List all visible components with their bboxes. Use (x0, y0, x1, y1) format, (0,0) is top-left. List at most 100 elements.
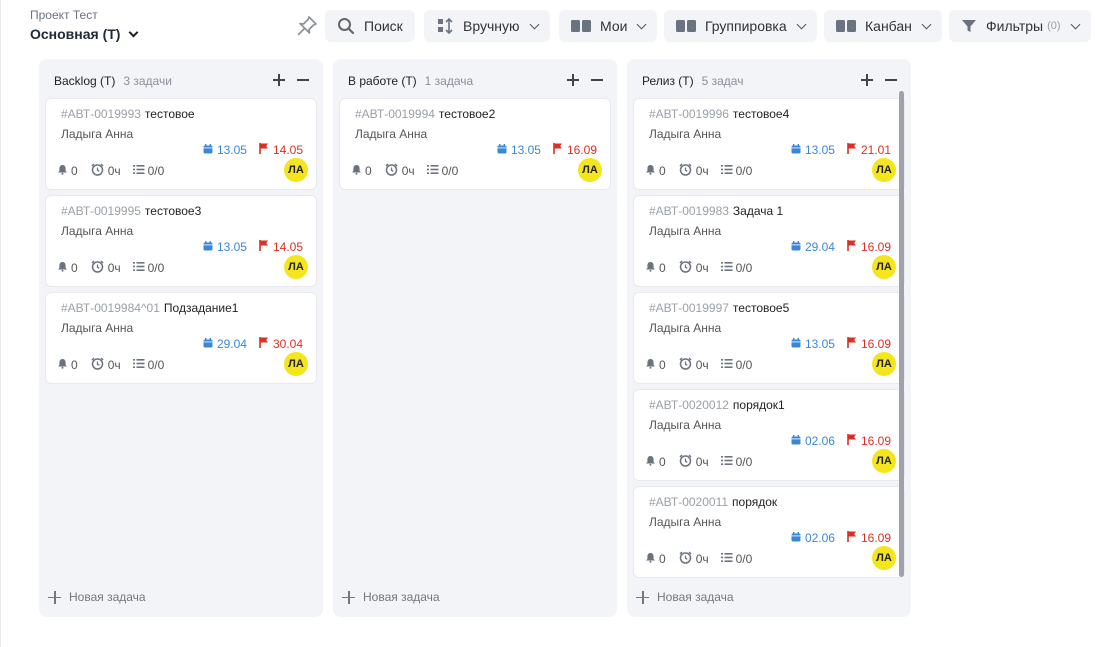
start-date: 13.05 (203, 143, 247, 157)
task-heading: #АВТ-0019994 тестовое2 (355, 107, 495, 121)
task-card[interactable]: #АВТ-0019993 тестовое Ладыга Анна 13.05 14.0… (45, 98, 317, 190)
flag-icon (259, 337, 269, 351)
column: Backlog (Т) 3 задачи #АВТ-0019993 тестовое Л… (39, 59, 323, 617)
task-code[interactable]: #АВТ-0020012 (649, 398, 729, 412)
alarm-clock-icon (678, 260, 693, 276)
mine-dropdown[interactable]: Мои (559, 10, 658, 42)
avatar[interactable]: ЛА (578, 158, 602, 182)
task-heading: #АВТ-0019996 тестовое4 (649, 107, 789, 121)
search-button[interactable]: Поиск (325, 10, 415, 42)
filters-dropdown[interactable]: Фильтры (0) (949, 10, 1091, 42)
new-task-button[interactable]: Новая задача (342, 590, 440, 604)
bell-icon (645, 358, 656, 372)
board-selector[interactable]: Основная (Т) (30, 26, 139, 42)
calendar-icon (203, 240, 213, 254)
task-title: Задача 1 (732, 204, 784, 218)
task-card[interactable]: #АВТ-0019983 Задача 1 Ладыга Анна 29.04 16.0… (633, 195, 905, 287)
task-heading: #АВТ-0019997 тестовое5 (649, 301, 789, 315)
task-code[interactable]: #АВТ-0019994 (355, 107, 435, 121)
scrollbar[interactable] (899, 91, 904, 577)
alarm-clock-icon (384, 163, 399, 179)
task-code[interactable]: #АВТ-0019983 (649, 204, 729, 218)
start-date: 13.05 (497, 143, 541, 157)
notifications-stat: 0 (645, 163, 666, 179)
calendar-icon (791, 337, 801, 351)
alarm-clock-icon (678, 454, 693, 470)
checklist-icon (720, 358, 733, 372)
time-value: 0ч (401, 164, 415, 178)
start-date-value: 13.05 (216, 240, 247, 254)
task-code[interactable]: #АВТ-0020011 (649, 495, 728, 509)
notifications-count: 0 (659, 455, 666, 469)
task-code[interactable]: #АВТ-0019995 (61, 204, 141, 218)
due-date: 16.09 (847, 337, 891, 351)
column: В работе (Т) 1 задача #АВТ-0019994 тестовое… (333, 59, 617, 617)
task-assignee: Ладыга Анна (649, 224, 722, 238)
calendar-icon (791, 531, 801, 545)
grouping-dropdown[interactable]: Группировка (664, 10, 817, 42)
task-card[interactable]: #АВТ-0020011 порядок Ладыга Анна 02.06 16.09… (633, 486, 905, 578)
task-card[interactable]: #АВТ-0019997 тестовое5 Ладыга Анна 13.05 16.… (633, 292, 905, 384)
task-card[interactable]: #АВТ-0020012 порядок1 Ладыга Анна 02.06 16.0… (633, 389, 905, 481)
pin-icon[interactable] (295, 14, 319, 38)
alarm-clock-icon (90, 260, 105, 276)
task-stats: 0 0ч 0/0 (351, 163, 458, 179)
avatar[interactable]: ЛА (872, 352, 896, 376)
flag-icon (847, 240, 857, 254)
notifications-stat: 0 (645, 357, 666, 373)
task-card[interactable]: #АВТ-0019984^01 Подзадание1 Ладыга Анна 29.… (45, 292, 317, 384)
column: Релиз (Т) 5 задач #АВТ-0019996 тестовое4 Лад… (627, 59, 911, 617)
notifications-stat: 0 (645, 454, 666, 470)
sort-dropdown[interactable]: Вручную (424, 10, 550, 42)
time-value: 0ч (695, 455, 709, 469)
task-stats: 0 0ч 0/0 (645, 454, 752, 470)
bell-icon (645, 552, 656, 566)
alarm-clock-icon (90, 163, 105, 179)
task-heading: #АВТ-0019983 Задача 1 (649, 204, 783, 218)
task-code[interactable]: #АВТ-0019997 (649, 301, 729, 315)
checklist-icon (132, 164, 145, 178)
checklist-stat: 0/0 (720, 454, 752, 470)
start-date-value: 29.04 (804, 240, 835, 254)
task-title: порядок1 (732, 398, 785, 412)
checklist-icon (426, 164, 439, 178)
task-title: тестовое2 (438, 107, 496, 121)
time-stat: 0ч (90, 357, 121, 373)
avatar[interactable]: ЛА (284, 255, 308, 279)
task-card[interactable]: #АВТ-0019994 тестовое2 Ладыга Анна 13.05 16.… (339, 98, 611, 190)
columns-icon (571, 20, 591, 32)
task-dates: 13.05 14.05 (203, 143, 303, 157)
calendar-icon (497, 143, 507, 157)
due-date: 30.04 (259, 337, 303, 351)
task-code[interactable]: #АВТ-0019993 (61, 107, 141, 121)
avatar[interactable]: ЛА (284, 352, 308, 376)
avatar[interactable]: ЛА (872, 255, 896, 279)
new-task-label: Новая задача (657, 590, 734, 604)
avatar[interactable]: ЛА (872, 546, 896, 570)
start-date: 13.05 (791, 337, 835, 351)
due-date-value: 30.04 (272, 337, 303, 351)
task-code[interactable]: #АВТ-0019984^01 (61, 301, 160, 315)
chevron-down-icon (921, 19, 932, 29)
time-value: 0ч (695, 261, 709, 275)
time-stat: 0ч (384, 163, 415, 179)
alarm-clock-icon (678, 163, 693, 179)
new-task-button[interactable]: Новая задача (48, 590, 146, 604)
new-task-button[interactable]: Новая задача (636, 590, 734, 604)
task-dates: 02.06 16.09 (791, 434, 891, 448)
time-stat: 0ч (90, 163, 121, 179)
start-date: 02.06 (791, 434, 835, 448)
avatar[interactable]: ЛА (872, 158, 896, 182)
view-dropdown[interactable]: Канбан (824, 10, 942, 42)
task-card[interactable]: #АВТ-0019996 тестовое4 Ладыга Анна 13.05 21.… (633, 98, 905, 190)
project-name: Проект Тест (30, 8, 98, 22)
task-heading: #АВТ-0019993 тестовое (61, 107, 195, 121)
plus-icon (48, 590, 61, 604)
avatar[interactable]: ЛА (872, 449, 896, 473)
task-code[interactable]: #АВТ-0019996 (649, 107, 729, 121)
avatar[interactable]: ЛА (284, 158, 308, 182)
project-selector: Проект Тест Основная (Т) (30, 8, 139, 42)
board-name: Основная (Т) (30, 26, 121, 42)
time-value: 0ч (107, 164, 121, 178)
task-card[interactable]: #АВТ-0019995 тестовое3 Ладыга Анна 13.05 14.… (45, 195, 317, 287)
